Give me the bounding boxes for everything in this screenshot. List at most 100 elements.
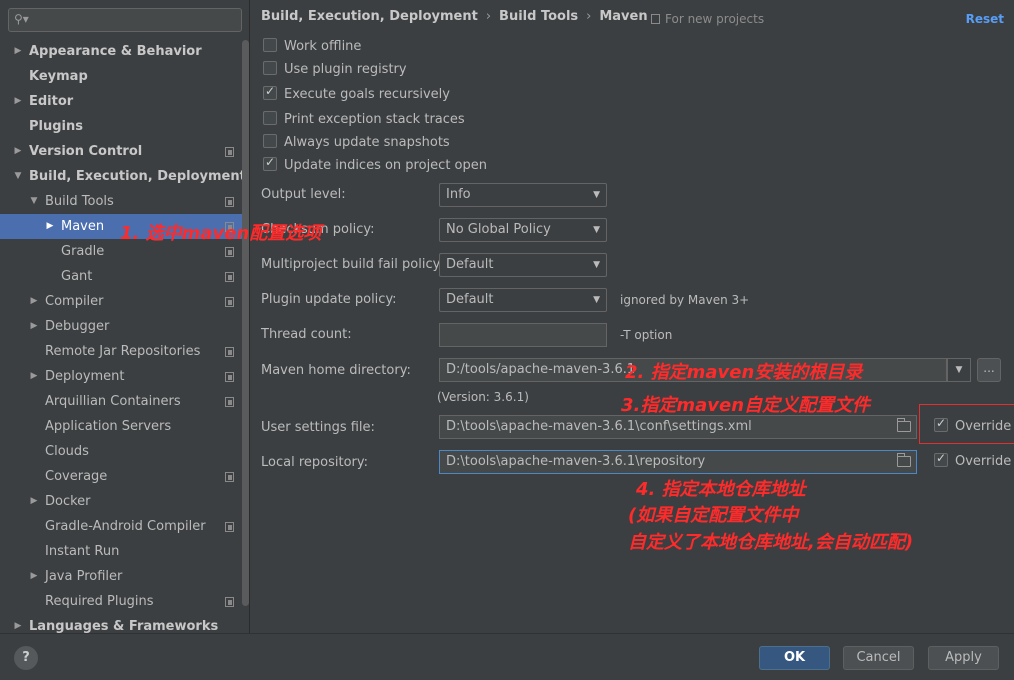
thread-count-input[interactable] bbox=[439, 323, 607, 347]
chevron-right-icon: ▶ bbox=[14, 621, 22, 631]
checkbox-box[interactable] bbox=[263, 84, 277, 100]
sidebar-item-label: Build, Execution, Deployment bbox=[29, 169, 246, 184]
sidebar-item-label: Coverage bbox=[45, 469, 108, 484]
sidebar-item-keymap[interactable]: Keymap bbox=[0, 64, 249, 89]
sidebar-item-label: Debugger bbox=[45, 319, 110, 334]
sidebar-item-label: Instant Run bbox=[45, 544, 120, 559]
for-new-projects-label: For new projects bbox=[665, 12, 765, 26]
multiproject-policy-label: Multiproject build fail policy: bbox=[261, 257, 444, 272]
print-exception-checkbox[interactable]: Print exception stack traces bbox=[263, 111, 465, 129]
dialog-footer: ? OK Cancel Apply bbox=[0, 633, 1014, 680]
checkbox-label: Always update snapshots bbox=[284, 135, 450, 150]
checkbox-box[interactable] bbox=[263, 38, 277, 52]
sidebar-item-label: Deployment bbox=[45, 369, 125, 384]
apply-button[interactable]: Apply bbox=[928, 646, 999, 670]
chevron-right-icon: ▶ bbox=[14, 146, 22, 156]
cancel-button[interactable]: Cancel bbox=[843, 646, 914, 670]
folder-icon[interactable] bbox=[897, 418, 911, 432]
sidebar-item-coverage[interactable]: Coverage bbox=[0, 464, 249, 489]
sidebar-item-label: Editor bbox=[29, 94, 74, 109]
select-value: Default bbox=[446, 257, 494, 272]
output-level-select[interactable]: Info ▼ bbox=[439, 183, 607, 207]
checkbox-label: Print exception stack traces bbox=[284, 112, 465, 127]
chevron-down-icon: ▼ bbox=[593, 225, 600, 235]
user-settings-input[interactable]: D:\tools\apache-maven-3.6.1\conf\setting… bbox=[439, 415, 917, 439]
checkbox-box[interactable] bbox=[263, 61, 277, 75]
checkbox-label: Execute goals recursively bbox=[284, 87, 450, 102]
project-settings-icon bbox=[225, 297, 234, 307]
sidebar-item-languages[interactable]: ▶ Languages & Frameworks bbox=[0, 614, 249, 633]
thread-count-hint: -T option bbox=[620, 328, 673, 342]
sidebar-item-deployment[interactable]: ▶ Deployment bbox=[0, 364, 249, 389]
sidebar-item-arquillian[interactable]: Arquillian Containers bbox=[0, 389, 249, 414]
chevron-right-icon: ▶ bbox=[30, 496, 38, 506]
local-repository-input[interactable]: D:\tools\apache-maven-3.6.1\repository bbox=[439, 450, 917, 474]
search-input[interactable]: ⚲▾ bbox=[8, 8, 242, 32]
project-settings-icon bbox=[651, 14, 660, 24]
checksum-policy-select[interactable]: No Global Policy ▼ bbox=[439, 218, 607, 242]
sidebar-item-gant[interactable]: Gant bbox=[0, 264, 249, 289]
help-button[interactable]: ? bbox=[14, 646, 38, 670]
maven-home-browse-button[interactable]: ... bbox=[977, 358, 1001, 382]
sidebar-item-editor[interactable]: ▶ Editor bbox=[0, 89, 249, 114]
checkbox-box[interactable] bbox=[263, 155, 277, 171]
maven-home-dropdown-button[interactable]: ▼ bbox=[947, 358, 971, 382]
sidebar-item-label: Build Tools bbox=[45, 194, 114, 209]
sidebar-item-compiler[interactable]: ▶ Compiler bbox=[0, 289, 249, 314]
sidebar-item-label: Languages & Frameworks bbox=[29, 619, 219, 633]
ok-button[interactable]: OK bbox=[759, 646, 830, 670]
multiproject-policy-select[interactable]: Default ▼ bbox=[439, 253, 607, 277]
sidebar-item-required-plugins[interactable]: Required Plugins bbox=[0, 589, 249, 614]
work-offline-checkbox[interactable]: Work offline bbox=[263, 38, 361, 56]
input-value: D:/tools/apache-maven-3.6.1 bbox=[446, 362, 636, 377]
project-settings-icon bbox=[225, 522, 234, 532]
project-settings-icon bbox=[225, 372, 234, 382]
sidebar-item-version-control[interactable]: ▶ Version Control bbox=[0, 139, 249, 164]
sidebar-item-instant-run[interactable]: Instant Run bbox=[0, 539, 249, 564]
chevron-right-icon: ▶ bbox=[30, 321, 38, 331]
project-settings-icon bbox=[225, 147, 234, 157]
use-plugin-registry-checkbox[interactable]: Use plugin registry bbox=[263, 61, 407, 79]
sidebar-item-label: Java Profiler bbox=[45, 569, 123, 584]
chevron-right-icon: ▶ bbox=[46, 221, 54, 231]
checkbox-box[interactable] bbox=[263, 134, 277, 148]
plugin-update-policy-label: Plugin update policy: bbox=[261, 292, 397, 307]
plugin-update-policy-select[interactable]: Default ▼ bbox=[439, 288, 607, 312]
breadcrumb-separator: › bbox=[586, 9, 592, 24]
sidebar-scrollbar[interactable] bbox=[242, 40, 249, 606]
select-value: Info bbox=[446, 187, 471, 202]
search-icon: ⚲▾ bbox=[14, 12, 29, 26]
execute-goals-recursively-checkbox[interactable]: Execute goals recursively bbox=[263, 84, 450, 104]
sidebar-item-gradle-android[interactable]: Gradle-Android Compiler bbox=[0, 514, 249, 539]
sidebar-item-label: Gant bbox=[61, 269, 93, 284]
sidebar-item-label: Appearance & Behavior bbox=[29, 44, 202, 59]
sidebar-item-plugins[interactable]: Plugins bbox=[0, 114, 249, 139]
project-settings-icon bbox=[225, 397, 234, 407]
local-repository-override-checkbox[interactable]: Override bbox=[934, 451, 1011, 471]
thread-count-label: Thread count: bbox=[261, 327, 352, 342]
update-indices-checkbox[interactable]: Update indices on project open bbox=[263, 155, 487, 175]
sidebar-item-app-servers[interactable]: Application Servers bbox=[0, 414, 249, 439]
input-value: D:\tools\apache-maven-3.6.1\repository bbox=[446, 454, 706, 469]
sidebar-item-appearance[interactable]: ▶ Appearance & Behavior bbox=[0, 39, 249, 64]
reset-link[interactable]: Reset bbox=[966, 12, 1004, 26]
always-update-snapshots-checkbox[interactable]: Always update snapshots bbox=[263, 134, 450, 152]
folder-icon[interactable] bbox=[897, 453, 911, 467]
sidebar-item-build-execution[interactable]: ▼ Build, Execution, Deployment bbox=[0, 164, 249, 189]
chevron-down-icon: ▼ bbox=[14, 171, 22, 181]
sidebar-item-java-profiler[interactable]: ▶ Java Profiler bbox=[0, 564, 249, 589]
sidebar-item-build-tools[interactable]: ▼ Build Tools bbox=[0, 189, 249, 214]
checkbox-box[interactable] bbox=[263, 111, 277, 125]
sidebar-item-remote-jar[interactable]: Remote Jar Repositories bbox=[0, 339, 249, 364]
project-settings-icon bbox=[225, 247, 234, 257]
settings-tree: ▶ Appearance & Behavior Keymap ▶ Editor Pl… bbox=[0, 39, 249, 633]
chevron-down-icon: ▼ bbox=[593, 295, 600, 305]
sidebar-item-debugger[interactable]: ▶ Debugger bbox=[0, 314, 249, 339]
annotation-highlight-box bbox=[919, 404, 1014, 444]
select-value: No Global Policy bbox=[446, 222, 551, 237]
checkbox-box[interactable] bbox=[934, 451, 948, 467]
sidebar-item-clouds[interactable]: Clouds bbox=[0, 439, 249, 464]
annotation-step-4-note: (如果自定配置文件中 bbox=[628, 505, 799, 526]
sidebar-item-docker[interactable]: ▶ Docker bbox=[0, 489, 249, 514]
maven-version-label: (Version: 3.6.1) bbox=[437, 390, 529, 404]
